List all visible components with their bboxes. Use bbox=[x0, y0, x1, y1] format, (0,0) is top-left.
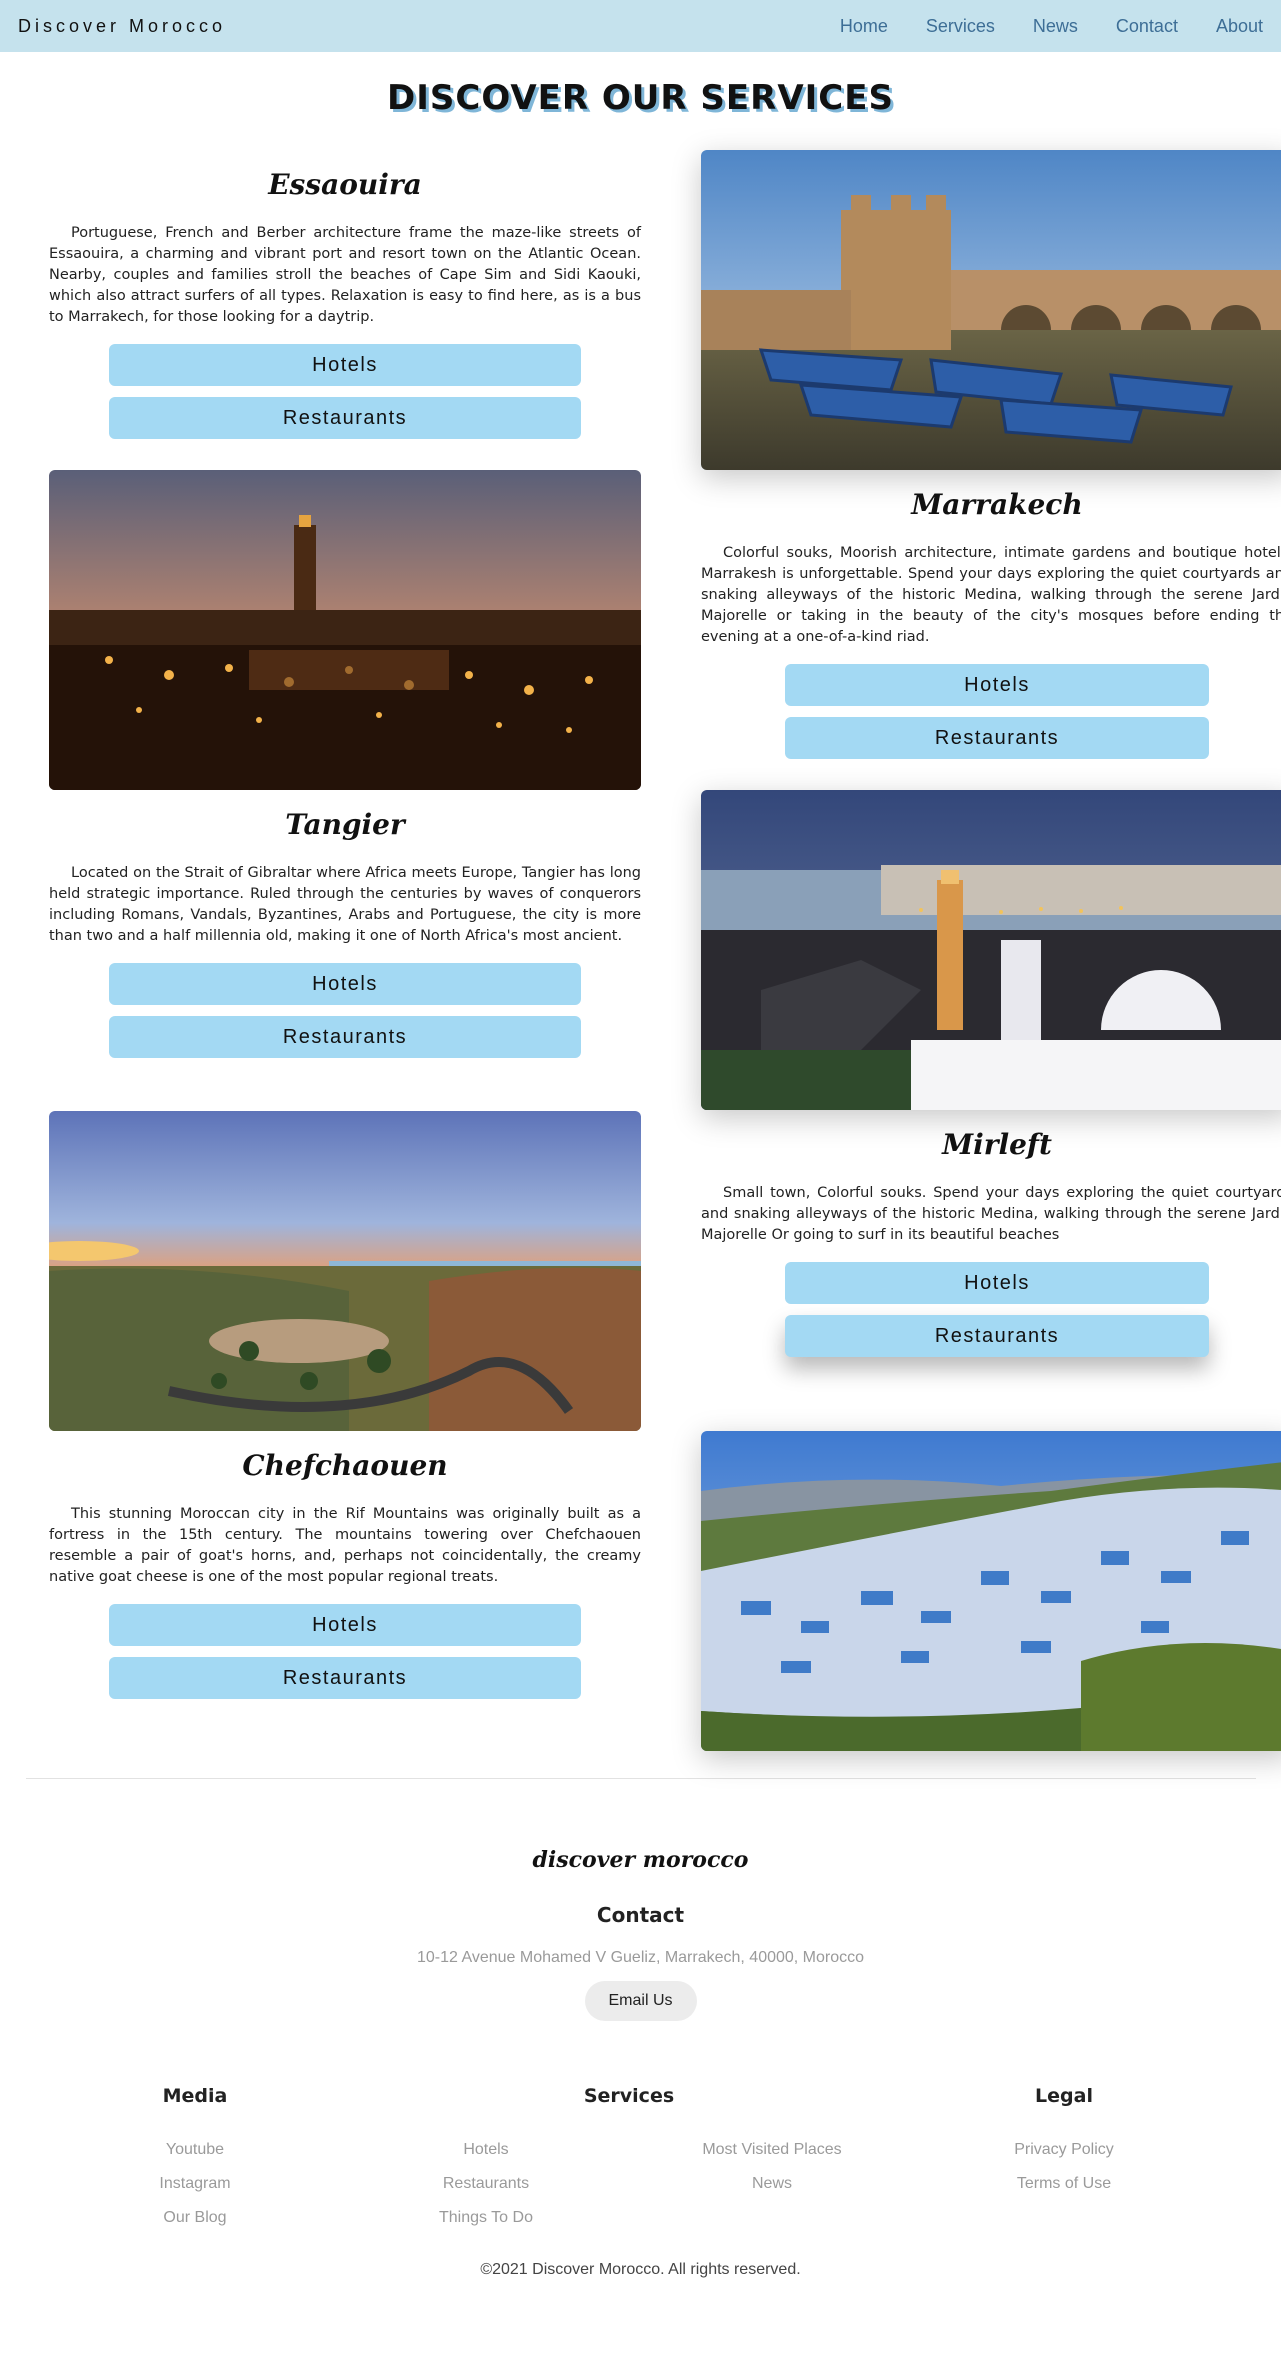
footer-services-column-2: Most Visited Places News bbox=[652, 2085, 892, 2208]
media-heading: Media bbox=[162, 2085, 228, 2107]
city-card-chefchaouen: Chefchaouen This stunning Moroccan city … bbox=[49, 1449, 641, 1699]
hotels-button[interactable]: Hotels bbox=[785, 1262, 1209, 1304]
restaurants-button[interactable]: Restaurants bbox=[109, 1016, 581, 1058]
nav-link-about[interactable]: About bbox=[1216, 16, 1263, 37]
nav-link-news[interactable]: News bbox=[1033, 16, 1078, 37]
nav-links: Home Services News Contact About bbox=[802, 16, 1263, 37]
site-brand[interactable]: Discover Morocco bbox=[18, 16, 226, 37]
site-footer: discover morocco Contact 10-12 Avenue Mo… bbox=[0, 1778, 1281, 2279]
city-card-mirleft: Mirleft Small town, Colorful souks. Spen… bbox=[701, 1128, 1281, 1357]
footer-link-instagram[interactable]: Instagram bbox=[75, 2174, 315, 2208]
contact-heading: Contact bbox=[596, 1903, 685, 1927]
mirleft-photo bbox=[49, 1111, 641, 1431]
city-name: Chefchaouen bbox=[242, 1449, 448, 1482]
city-description: Portuguese, French and Berber architectu… bbox=[49, 225, 641, 325]
legal-heading: Legal bbox=[1035, 2085, 1093, 2107]
copyright-text: ©2021 Discover Morocco. All rights reser… bbox=[480, 2261, 801, 2278]
hotels-button[interactable]: Hotels bbox=[109, 344, 581, 386]
city-name: Tangier bbox=[285, 808, 405, 841]
nav-link-services[interactable]: Services bbox=[926, 16, 995, 37]
restaurants-button[interactable]: Restaurants bbox=[785, 1315, 1209, 1357]
services-grid: Essaouira Portuguese, French and Berber … bbox=[0, 118, 1281, 1778]
essaouira-photo bbox=[701, 150, 1281, 470]
page-title: DISCOVER OUR SERVICES bbox=[387, 78, 894, 118]
footer-link-privacy[interactable]: Privacy Policy bbox=[944, 2140, 1184, 2174]
city-name: Essaouira bbox=[268, 168, 422, 201]
footer-link-hotels[interactable]: Hotels bbox=[366, 2140, 606, 2174]
contact-address: 10-12 Avenue Mohamed V Gueliz, Marrakech… bbox=[416, 1949, 865, 1966]
hotels-button[interactable]: Hotels bbox=[785, 664, 1209, 706]
hotels-button[interactable]: Hotels bbox=[109, 1604, 581, 1646]
email-us-button[interactable]: Email Us bbox=[584, 1981, 697, 2021]
city-description: Located on the Strait of Gibraltar where… bbox=[49, 865, 641, 944]
nav-link-contact[interactable]: Contact bbox=[1116, 16, 1178, 37]
restaurants-button[interactable]: Restaurants bbox=[785, 717, 1209, 759]
marrakech-photo bbox=[49, 470, 641, 790]
city-description: Small town, Colorful souks. Spend your d… bbox=[701, 1185, 1281, 1243]
footer-link-things-to-do[interactable]: Things To Do bbox=[366, 2208, 606, 2242]
footer-link-news[interactable]: News bbox=[652, 2174, 892, 2208]
footer-brand: discover morocco bbox=[532, 1847, 749, 1873]
footer-link-most-visited[interactable]: Most Visited Places bbox=[652, 2140, 892, 2174]
nav-link-home[interactable]: Home bbox=[840, 16, 888, 37]
city-card-tangier: Tangier Located on the Strait of Gibralt… bbox=[49, 808, 641, 1058]
footer-link-youtube[interactable]: Youtube bbox=[75, 2140, 315, 2174]
city-description: Colorful souks, Moorish architecture, in… bbox=[701, 545, 1281, 645]
city-name: Mirleft bbox=[942, 1128, 1052, 1161]
tangier-photo bbox=[701, 790, 1281, 1110]
top-navbar: Discover Morocco Home Services News Cont… bbox=[0, 0, 1281, 52]
footer-link-blog[interactable]: Our Blog bbox=[75, 2208, 315, 2242]
hotels-button[interactable]: Hotels bbox=[109, 963, 581, 1005]
footer-divider bbox=[25, 1778, 1256, 1779]
city-description: This stunning Moroccan city in the Rif M… bbox=[49, 1506, 641, 1585]
footer-legal-column: Legal Privacy Policy Terms of Use bbox=[944, 2085, 1184, 2208]
city-name: Marrakech bbox=[911, 488, 1083, 521]
footer-link-terms[interactable]: Terms of Use bbox=[944, 2174, 1184, 2208]
city-card-marrakech: Marrakech Colorful souks, Moorish archit… bbox=[701, 488, 1281, 759]
restaurants-button[interactable]: Restaurants bbox=[109, 397, 581, 439]
footer-media-column: Media Youtube Instagram Our Blog bbox=[75, 2085, 315, 2242]
city-card-essaouira: Essaouira Portuguese, French and Berber … bbox=[49, 168, 641, 439]
footer-columns: Media Youtube Instagram Our Blog Hotels … bbox=[0, 2085, 1281, 2253]
footer-link-restaurants[interactable]: Restaurants bbox=[366, 2174, 606, 2208]
chefchaouen-photo bbox=[701, 1431, 1281, 1751]
restaurants-button[interactable]: Restaurants bbox=[109, 1657, 581, 1699]
